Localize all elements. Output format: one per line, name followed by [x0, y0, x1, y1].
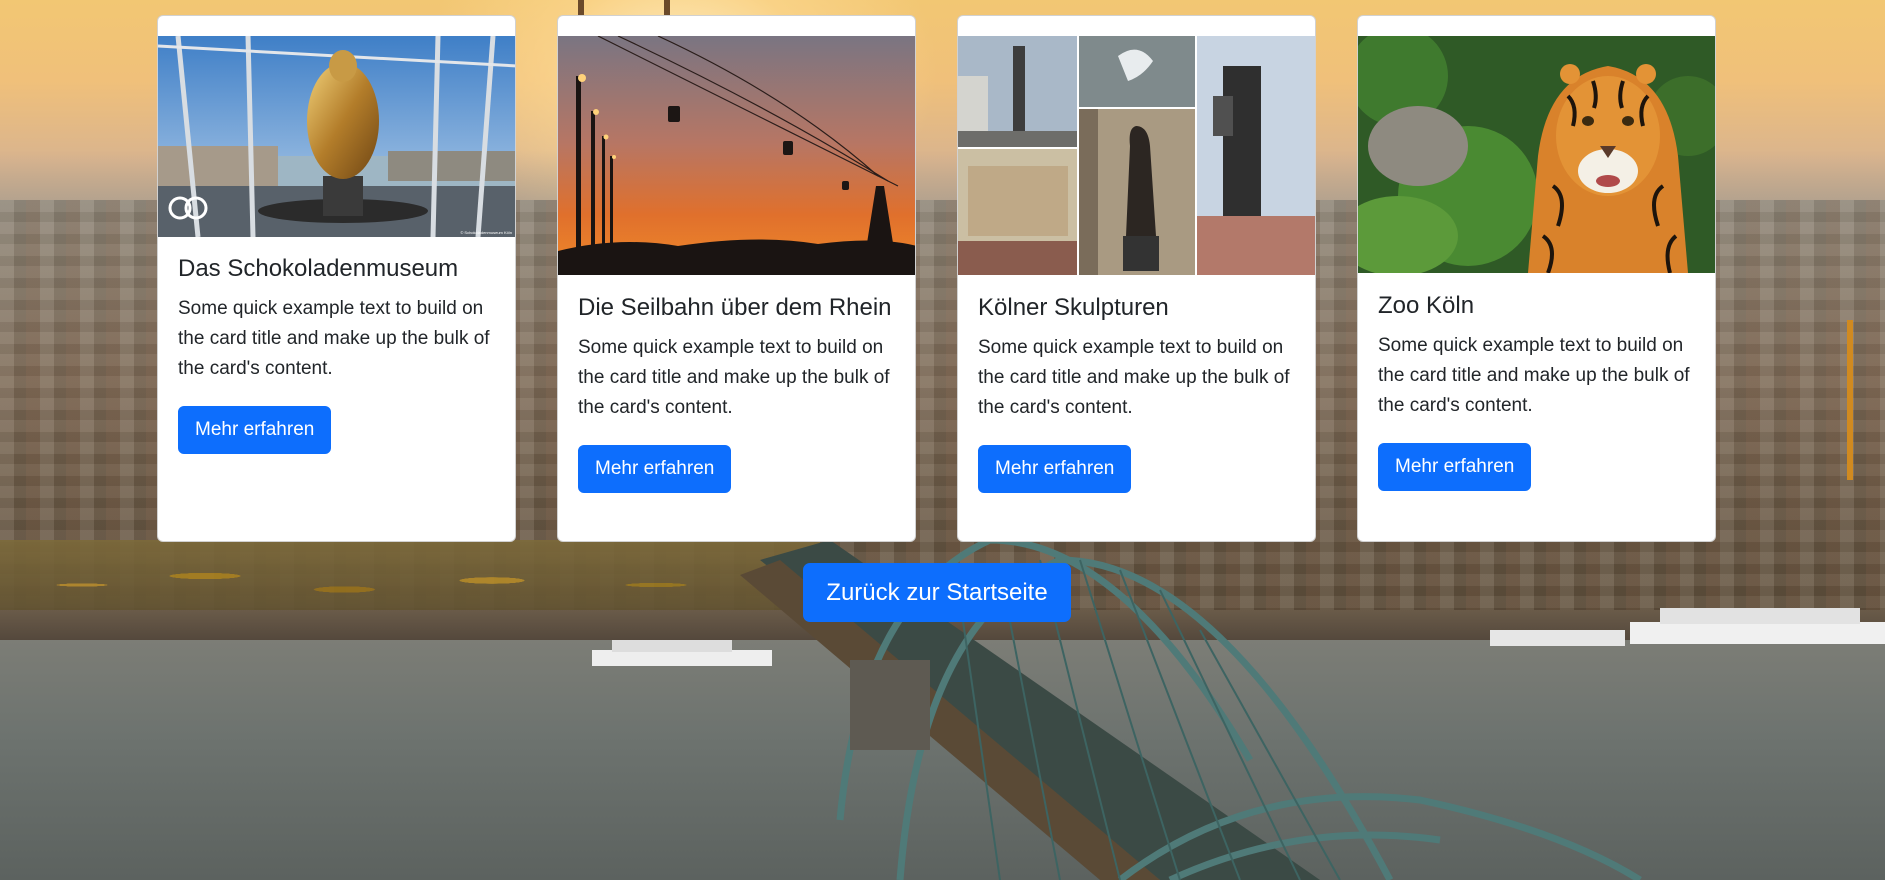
- card-body: Die Seilbahn über dem Rhein Some quick e…: [578, 293, 895, 493]
- card-title: Die Seilbahn über dem Rhein: [578, 294, 892, 321]
- card-title: Das Schokoladenmuseum: [178, 255, 459, 282]
- image-copyright-caption: © Schokoladenmuseum Köln: [460, 230, 512, 235]
- card-text: Some quick example text to build on the …: [578, 337, 890, 418]
- card-text: Some quick example text to build on the …: [1378, 335, 1690, 416]
- mehr-erfahren-button[interactable]: Mehr erfahren: [578, 445, 732, 493]
- card-seilbahn: Die Seilbahn über dem Rhein Some quick e…: [557, 15, 916, 542]
- mehr-erfahren-button[interactable]: Mehr erfahren: [178, 406, 332, 454]
- card-zoo-koeln: Zoo Köln Some quick example text to buil…: [1357, 15, 1716, 542]
- mehr-erfahren-button[interactable]: Mehr erfahren: [978, 445, 1132, 493]
- card-image-chocolate-museum: © Schokoladenmuseum Köln: [158, 36, 515, 237]
- card-text: Some quick example text to build on the …: [978, 337, 1290, 418]
- card-title: Kölner Skulpturen: [978, 294, 1169, 321]
- card-koelner-skulpturen: Kölner Skulpturen Some quick example tex…: [957, 15, 1316, 542]
- card-schokoladenmuseum: © Schokoladenmuseum Köln Das Schokoladen…: [157, 15, 516, 542]
- card-image-cable-car-sunset: [558, 36, 915, 275]
- mehr-erfahren-button[interactable]: Mehr erfahren: [1378, 443, 1532, 491]
- card-body: Kölner Skulpturen Some quick example tex…: [978, 293, 1295, 493]
- card-text: Some quick example text to build on the …: [178, 298, 490, 379]
- card-image-sculpture-collage: [958, 36, 1315, 275]
- card-body: Zoo Köln Some quick example text to buil…: [1378, 291, 1695, 491]
- card-title: Zoo Köln: [1378, 292, 1475, 319]
- card-body: Das Schokoladenmuseum Some quick example…: [178, 254, 495, 454]
- back-to-home-button[interactable]: Zurück zur Startseite: [803, 563, 1071, 622]
- card-image-tiger: [1358, 36, 1715, 273]
